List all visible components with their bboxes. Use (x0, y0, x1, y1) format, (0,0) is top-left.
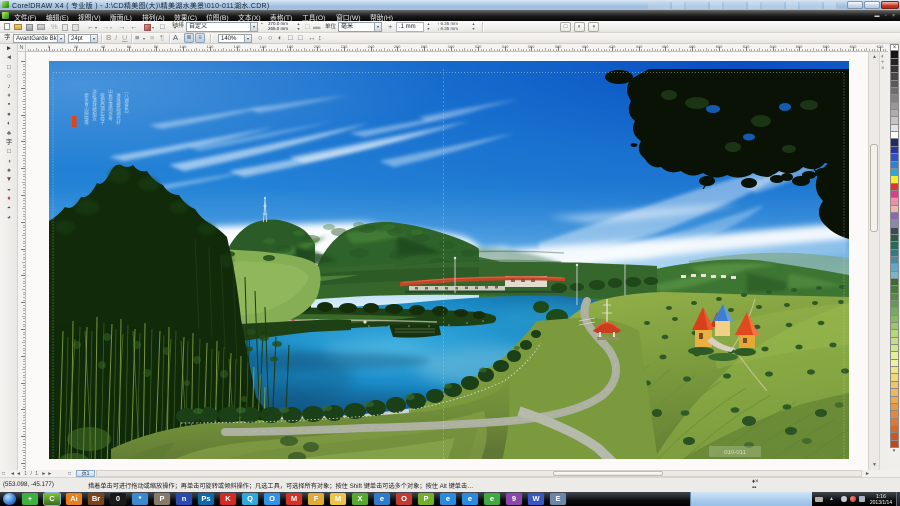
svg-text:010-011: 010-011 (724, 450, 746, 456)
svg-text:欲把西湖比西子: 欲把西湖比西子 (100, 92, 106, 125)
svg-text:清風拂面湖光好: 清風拂面湖光好 (116, 92, 122, 126)
svg-text:山色空濛雨亦奇: 山色空濛雨亦奇 (108, 88, 114, 122)
svg-text:〔八湖春色〕: 〔八湖春色〕 (124, 89, 130, 116)
svg-text:碧水青山映晚霞: 碧水青山映晚霞 (84, 92, 90, 126)
svg-text:淡妝濃抹總相宜: 淡妝濃抹總相宜 (92, 89, 98, 121)
